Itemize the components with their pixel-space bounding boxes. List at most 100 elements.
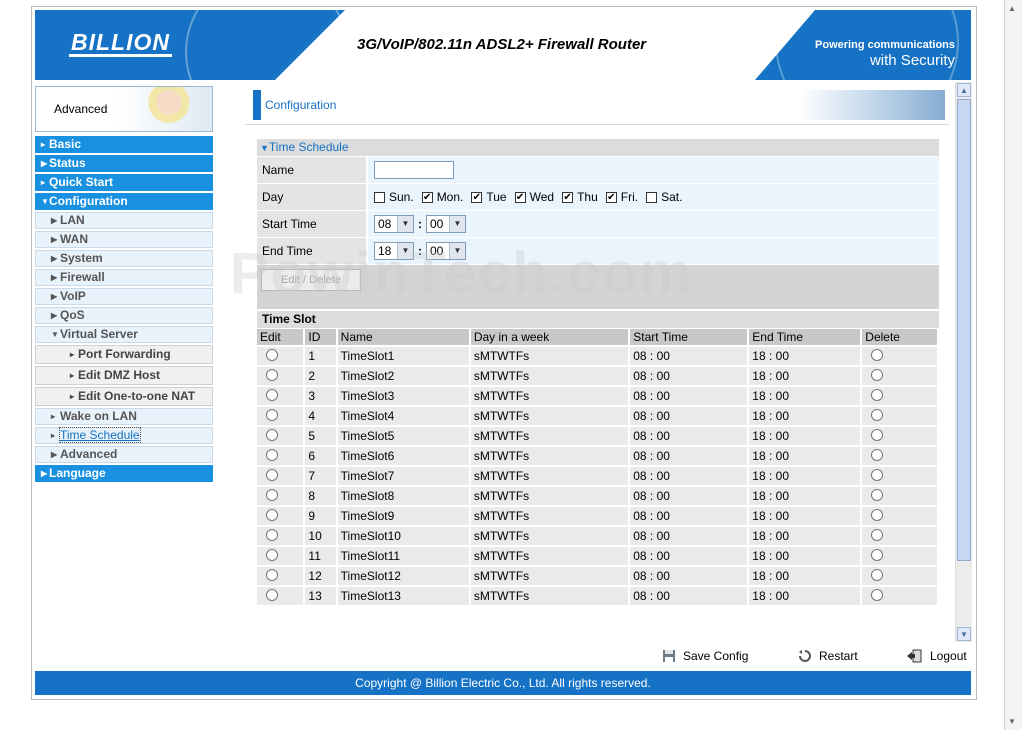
- edit-cell: [257, 387, 304, 405]
- delete-radio[interactable]: [871, 408, 884, 421]
- edit-radio[interactable]: [266, 368, 278, 381]
- name-input[interactable]: [374, 161, 454, 179]
- delete-radio[interactable]: [871, 468, 884, 481]
- sidebar-item-wake-on-lan[interactable]: ▸ Wake on LAN: [35, 408, 213, 425]
- start-minute-select[interactable]: 00 ▼: [426, 215, 466, 233]
- scroll-down-icon[interactable]: ▼: [957, 627, 971, 641]
- delete-cell: [862, 487, 937, 505]
- edit-radio[interactable]: [266, 528, 278, 541]
- id-cell: 13: [305, 587, 336, 605]
- delete-radio[interactable]: [871, 428, 884, 441]
- edit-radio[interactable]: [266, 588, 278, 601]
- sidebar-item-basic[interactable]: ▸ Basic: [35, 136, 213, 153]
- day-option[interactable]: ✔ Wed: [514, 190, 554, 204]
- edit-radio[interactable]: [266, 568, 278, 581]
- end-time-cell: 18 : 00: [749, 427, 861, 445]
- sidebar-item-voip[interactable]: ▶ VoIP: [35, 288, 213, 305]
- delete-radio[interactable]: [871, 528, 884, 541]
- table-row: 11 TimeSlot11 sMTWTFs 08 : 00 18 : 00: [257, 547, 937, 565]
- edit-cell: [257, 487, 304, 505]
- edit-radio[interactable]: [266, 468, 278, 481]
- sidebar-item-language[interactable]: ▶ Language: [35, 465, 213, 482]
- delete-radio[interactable]: [871, 348, 884, 361]
- delete-radio[interactable]: [871, 448, 884, 461]
- start-hour-select[interactable]: 08 ▼: [374, 215, 414, 233]
- sidebar-item-port-forwarding[interactable]: ▸ Port Forwarding: [35, 345, 213, 364]
- edit-radio[interactable]: [266, 388, 278, 401]
- day-option[interactable]: ✔ Tue: [471, 190, 507, 204]
- edit-radio[interactable]: [266, 408, 278, 421]
- sidebar-item-lan[interactable]: ▶ LAN: [35, 212, 213, 229]
- title-marker: [253, 90, 261, 120]
- sidebar-item-system[interactable]: ▶ System: [35, 250, 213, 267]
- scroll-down-icon[interactable]: ▼: [1008, 717, 1016, 726]
- sidebar-item-time-schedule[interactable]: ▸ Time Schedule: [35, 427, 213, 444]
- name-cell: TimeSlot11: [337, 547, 469, 565]
- id-cell: 4: [305, 407, 336, 425]
- sidebar-item-virtual-server[interactable]: ▼ Virtual Server: [35, 326, 213, 343]
- edit-radio[interactable]: [266, 488, 278, 501]
- id-cell: 3: [305, 387, 336, 405]
- delete-radio[interactable]: [871, 588, 884, 601]
- name-cell: TimeSlot6: [337, 447, 469, 465]
- sidebar-item-label: Status: [49, 156, 86, 170]
- days-cell: sMTWTFs: [470, 387, 629, 405]
- save-config-button[interactable]: Save Config: [662, 649, 748, 663]
- checkbox-icon[interactable]: [374, 191, 385, 203]
- checkbox-checked-icon[interactable]: ✔: [605, 191, 617, 203]
- sidebar-item-edit-one-to-one-nat[interactable]: ▸ Edit One-to-one NAT: [35, 387, 213, 406]
- timeslot-table: Edit ID Name Day in a week Start Time End Tim…: [255, 327, 939, 607]
- scroll-thumb[interactable]: [957, 99, 971, 561]
- day-option[interactable]: ✔ Mon.: [421, 190, 463, 204]
- day-option[interactable]: Sun.: [374, 190, 414, 204]
- checkbox-checked-icon[interactable]: ✔: [562, 191, 574, 203]
- scroll-up-icon[interactable]: ▲: [1008, 4, 1016, 13]
- start-time-cell: 08 : 00: [630, 587, 748, 605]
- day-label: Day: [257, 184, 366, 210]
- arrow-right-icon: ▸: [41, 178, 46, 187]
- delete-radio[interactable]: [871, 368, 884, 381]
- sidebar-item-configuration[interactable]: ▼ Configuration: [35, 193, 213, 210]
- edit-radio[interactable]: [266, 508, 278, 521]
- delete-radio[interactable]: [871, 568, 884, 581]
- delete-radio[interactable]: [871, 388, 884, 401]
- scroll-up-icon[interactable]: ▲: [957, 83, 971, 97]
- sidebar-item-wan[interactable]: ▶ WAN: [35, 231, 213, 248]
- day-option[interactable]: Sat.: [646, 190, 682, 204]
- restart-button[interactable]: Restart: [798, 649, 858, 663]
- sidebar-item-quick-start[interactable]: ▸ Quick Start: [35, 174, 213, 191]
- delete-radio[interactable]: [871, 548, 884, 561]
- delete-cell: [862, 387, 937, 405]
- day-option[interactable]: ✔ Thu: [562, 190, 598, 204]
- sidebar-item-firewall[interactable]: ▶ Firewall: [35, 269, 213, 286]
- advanced-banner: Advanced: [35, 86, 213, 132]
- checkbox-checked-icon[interactable]: ✔: [421, 191, 433, 203]
- table-row: 1 TimeSlot1 sMTWTFs 08 : 00 18 : 00: [257, 347, 937, 365]
- checkbox-checked-icon[interactable]: ✔: [514, 191, 526, 203]
- edit-radio[interactable]: [266, 548, 278, 561]
- name-cell: TimeSlot12: [337, 567, 469, 585]
- day-label: Sun.: [389, 190, 414, 204]
- logout-button[interactable]: Logout: [905, 649, 967, 663]
- sidebar-item-status[interactable]: ▶ Status: [35, 155, 213, 172]
- table-row: 12 TimeSlot12 sMTWTFs 08 : 00 18 : 00: [257, 567, 937, 585]
- sidebar-item-edit-dmz-host[interactable]: ▸ Edit DMZ Host: [35, 366, 213, 385]
- delete-radio[interactable]: [871, 508, 884, 521]
- table-header-row: Edit ID Name Day in a week Start Time End Tim…: [257, 329, 937, 345]
- content-scrollbar[interactable]: ▲ ▼: [955, 82, 972, 642]
- delete-radio[interactable]: [871, 488, 884, 501]
- edit-radio[interactable]: [266, 428, 278, 441]
- start-time-cell: 08 : 00: [630, 387, 748, 405]
- checkbox-icon[interactable]: [646, 191, 658, 203]
- edit-radio[interactable]: [266, 448, 278, 461]
- checkbox-checked-icon[interactable]: ✔: [471, 191, 483, 203]
- id-cell: 7: [305, 467, 336, 485]
- window-scrollbar[interactable]: ▲ ▼: [1004, 0, 1022, 730]
- sidebar-item-advanced[interactable]: ▶ Advanced: [35, 446, 213, 463]
- edit-radio[interactable]: [266, 348, 278, 361]
- sidebar-item-qos[interactable]: ▶ QoS: [35, 307, 213, 324]
- arrow-right-icon: ▶: [51, 254, 58, 263]
- time-colon: :: [418, 217, 422, 231]
- day-option[interactable]: ✔ Fri.: [605, 190, 638, 204]
- day-checkboxes: Sun. ✔ Mon. ✔ Tue ✔ Wed ✔ Thu ✔ Fri. Sat.: [368, 184, 939, 210]
